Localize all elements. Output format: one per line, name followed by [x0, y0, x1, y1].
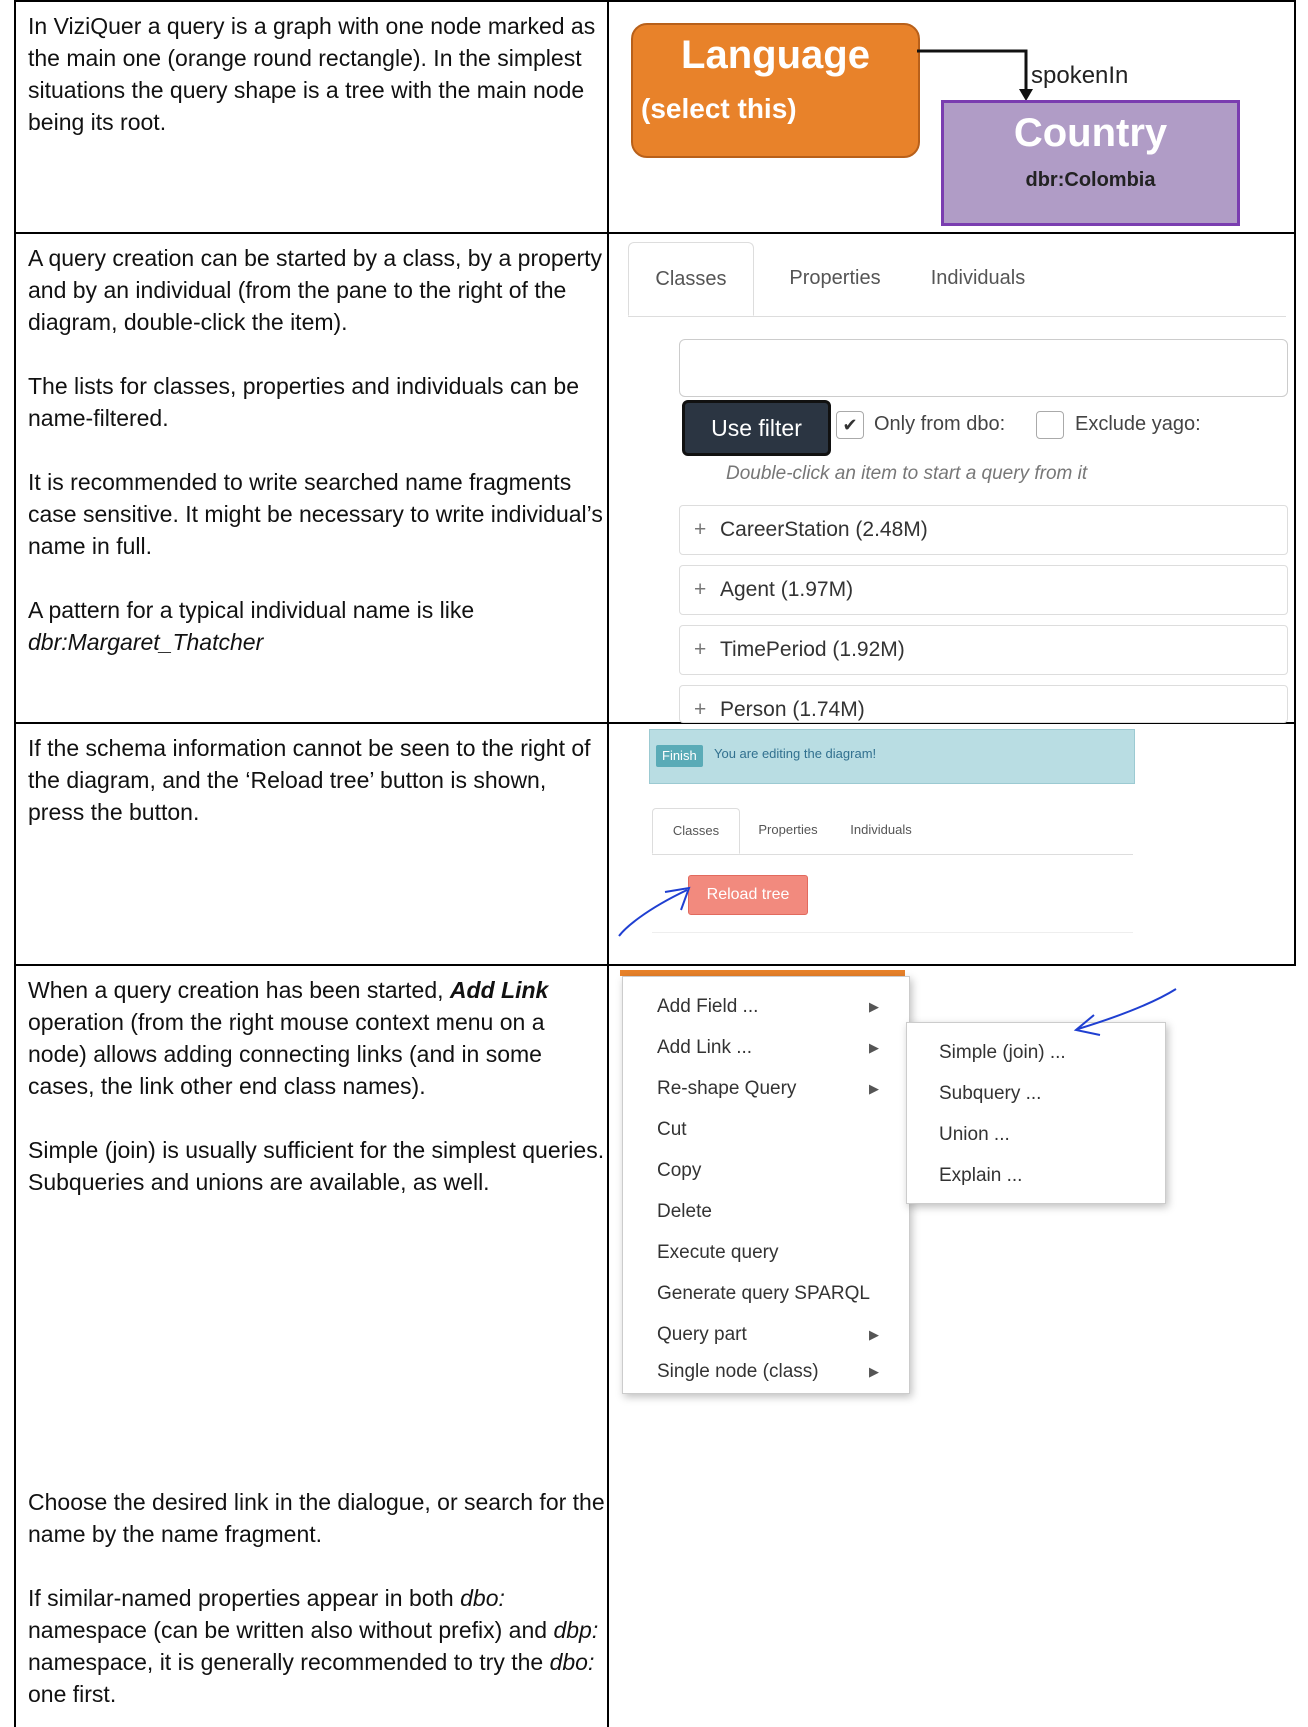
menu-item-label: Add Field ... [657, 996, 759, 1017]
row4-p1-end: operation (from the right mouse context … [28, 1009, 545, 1099]
menu-item-delete[interactable]: Delete [623, 1192, 909, 1232]
panel-divider [652, 932, 1133, 933]
class-list-item[interactable]: + Agent (1.97M) [679, 565, 1288, 615]
expand-icon[interactable]: + [694, 566, 720, 614]
menu-item-add-link[interactable]: Add Link ... ▶ [623, 1028, 909, 1068]
submenu-item-union[interactable]: Union ... [907, 1115, 1165, 1155]
menu-item-reshape-query[interactable]: Re-shape Query ▶ [623, 1069, 909, 1109]
context-menu: Add Field ... ▶ Add Link ... ▶ Re-shape Qu… [622, 976, 910, 1394]
submenu-arrow-icon: ▶ [869, 1081, 879, 1096]
menu-item-copy[interactable]: Copy [623, 1151, 909, 1191]
table-top-border [14, 0, 1296, 2]
row4-p1-start: When a query creation has been started, [28, 977, 450, 1003]
expand-icon[interactable]: + [694, 626, 720, 674]
menu-item-label: Add Link ... [657, 1037, 753, 1058]
menu-item-add-field[interactable]: Add Field ... ▶ [623, 987, 909, 1027]
double-click-hint: Double-click an item to start a query fr… [726, 463, 1088, 484]
hand-drawn-arrow-icon [618, 886, 691, 937]
dbp-prefix: dbp: [553, 1617, 599, 1643]
menu-item-generate-sparql[interactable]: Generate query SPARQL [623, 1274, 909, 1314]
hand-drawn-arrow-icon [1073, 988, 1177, 1036]
tab-individuals[interactable]: Individuals [836, 808, 926, 852]
finish-button[interactable]: Finish [656, 745, 703, 767]
row3-paragraph: If the schema information cannot be seen… [28, 735, 591, 825]
exclude-yago-label: Exclude yago: [1075, 413, 1201, 435]
tab-individuals[interactable]: Individuals [918, 242, 1038, 314]
row1-text: In ViziQuer a query is a graph with one … [28, 10, 608, 138]
menu-item-label: Re-shape Query [657, 1078, 797, 1099]
row2-paragraph-1: A query creation can be started by a cla… [28, 245, 603, 335]
main-node-subtitle: (select this) [641, 93, 797, 124]
row4-paragraph-4: If similar-named properties appear in bo… [28, 1582, 608, 1710]
only-dbo-checkbox[interactable]: ✔ [836, 411, 864, 439]
table-right-border [1294, 0, 1296, 966]
add-link-emphasis: Add Link [449, 977, 549, 1003]
submenu-arrow-icon: ▶ [869, 1327, 879, 1342]
main-node-title: Language [681, 33, 870, 77]
tab-properties[interactable]: Properties [780, 242, 890, 314]
row1-paragraph: In ViziQuer a query is a graph with one … [28, 13, 596, 135]
menu-item-execute-query[interactable]: Execute query [623, 1233, 909, 1273]
tab-classes[interactable]: Classes [628, 242, 754, 316]
class-item-label: CareerStation (2.48M) [720, 518, 928, 541]
dbo-prefix: dbo: [549, 1649, 595, 1675]
row4-p4-c: namespace (can be written also without p… [28, 1617, 554, 1643]
link-label: spokenIn [1031, 62, 1129, 89]
row4-paragraph-3: Choose the desired link in the dialogue,… [28, 1489, 605, 1547]
class-list-item[interactable]: + TimePeriod (1.92M) [679, 625, 1288, 675]
row2-paragraph-2: The lists for classes, properties and in… [28, 373, 580, 431]
other-node-title: Country [1013, 111, 1168, 155]
tab-classes[interactable]: Classes [652, 808, 740, 854]
class-item-label: Agent (1.97M) [720, 578, 854, 601]
menu-item-label: Query part [657, 1324, 747, 1345]
other-node-country[interactable]: Country dbr:Colombia [941, 100, 1240, 226]
table-left-border [14, 0, 16, 1727]
filter-input[interactable] [679, 339, 1288, 397]
row4-p4-e: namespace, it is generally recommended t… [28, 1649, 550, 1675]
row2-text: A query creation can be started by a cla… [28, 242, 608, 658]
expand-icon[interactable]: + [694, 686, 720, 722]
exclude-yago-checkbox[interactable] [1036, 411, 1064, 439]
use-filter-button[interactable]: Use filter [682, 400, 831, 456]
submenu-item-subquery[interactable]: Subquery ... [907, 1074, 1165, 1114]
individual-name-example: dbr:Margaret_Thatcher [28, 629, 264, 655]
expand-icon[interactable]: + [694, 506, 720, 554]
row4-paragraph-2: Simple (join) is usually sufficient for … [28, 1137, 605, 1195]
menu-item-query-part[interactable]: Query part ▶ [623, 1315, 909, 1355]
submenu-arrow-icon: ▶ [869, 1040, 879, 1055]
main-node-language[interactable]: Language (select this) [631, 23, 920, 158]
class-list-item[interactable]: + CareerStation (2.48M) [679, 505, 1288, 555]
other-node-subtitle: dbr:Colombia [1025, 169, 1156, 191]
only-dbo-label: Only from dbo: [874, 413, 1006, 435]
row-divider-3 [14, 964, 1296, 966]
row4-p4-g: one first. [28, 1681, 117, 1707]
editing-message: You are editing the diagram! [714, 746, 877, 761]
class-item-label: Person (1.74M) [720, 698, 865, 721]
tab-properties[interactable]: Properties [748, 808, 828, 852]
row-divider-1 [14, 232, 1296, 234]
link-arrow [917, 49, 1033, 101]
row2-paragraph-4-text: A pattern for a typical individual name … [28, 597, 475, 623]
check-mark-icon: ✔ [842, 415, 858, 435]
menu-item-label: Single node (class) [657, 1361, 819, 1382]
row4-paragraph-1: When a query creation has been started, … [28, 974, 608, 1102]
row4-p4-a: If similar-named properties appear in bo… [28, 1585, 461, 1611]
add-link-submenu: Simple (join) ... Subquery ... Union ...… [906, 1022, 1166, 1204]
class-item-label: TimePeriod (1.92M) [720, 638, 905, 661]
reload-tree-button[interactable]: Reload tree [688, 875, 808, 915]
class-list-item[interactable]: + Person (1.74M) [679, 685, 1288, 723]
schema-tabs-small: Classes Properties Individuals [652, 808, 1133, 855]
submenu-item-explain[interactable]: Explain ... [907, 1156, 1165, 1196]
editing-banner: Finish You are editing the diagram! [649, 729, 1135, 784]
menu-item-cut[interactable]: Cut [623, 1110, 909, 1150]
menu-item-single-node[interactable]: Single node (class) ▶ [623, 1352, 909, 1392]
row3-text: If the schema information cannot be seen… [28, 732, 608, 828]
row2-paragraph-3: It is recommended to write searched name… [28, 469, 603, 559]
row2-paragraph-4: A pattern for a typical individual name … [28, 594, 608, 658]
row4-text: When a query creation has been started, … [28, 974, 608, 1710]
submenu-arrow-icon: ▶ [869, 1364, 879, 1379]
dbo-prefix: dbo: [460, 1585, 505, 1611]
schema-tabs: Classes Properties Individuals [628, 242, 1286, 317]
submenu-arrow-icon: ▶ [869, 999, 879, 1014]
